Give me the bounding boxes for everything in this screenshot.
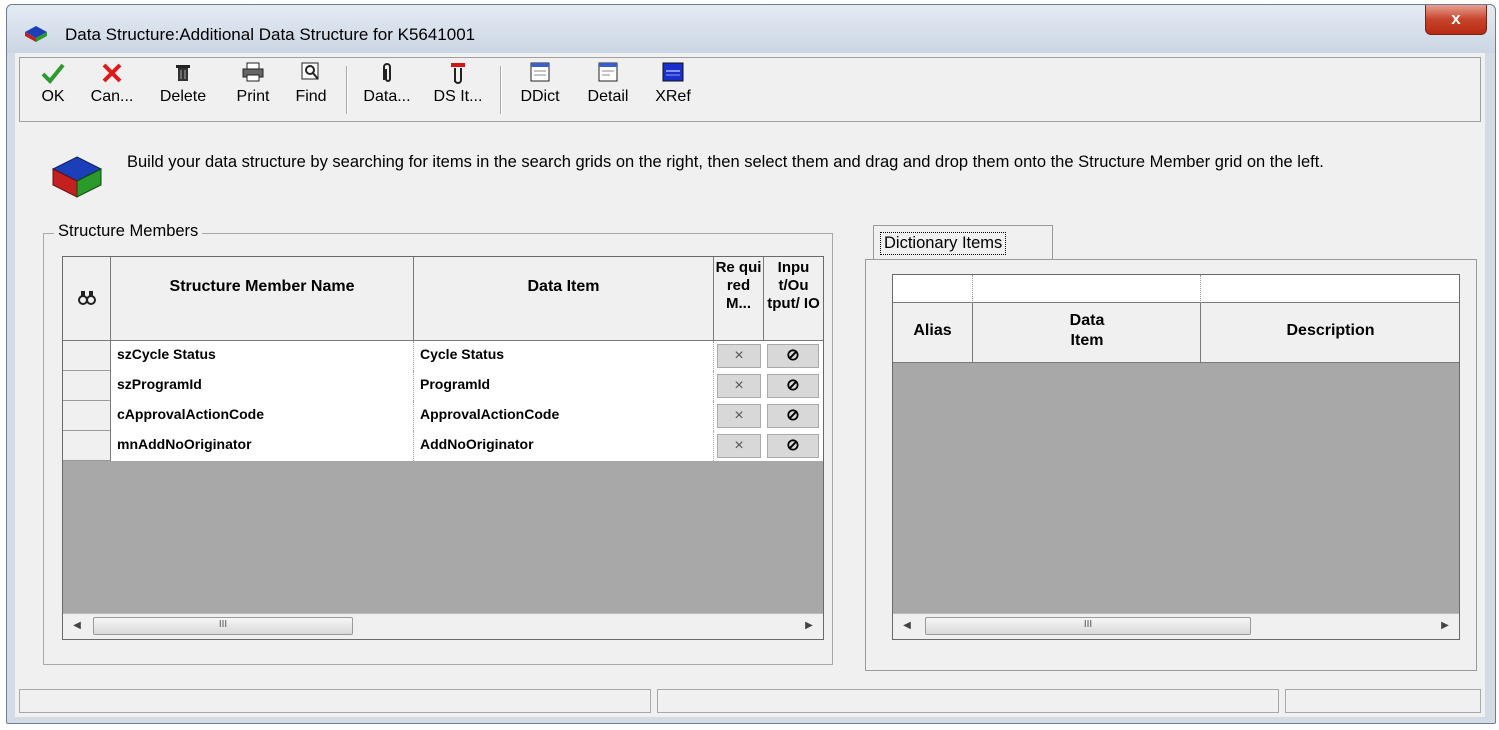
structure-members-group: Structure Members Structure Member Name … xyxy=(43,222,833,665)
toolbar: OK Can... Delete Print Find Data... DS I… xyxy=(19,57,1481,122)
find-label: Find xyxy=(295,88,327,105)
dictionary-items-grid[interactable]: Alias Data Item Description ◀ III ▶ xyxy=(892,274,1460,640)
column-header-required[interactable]: Re qui red M... xyxy=(714,257,764,341)
alias-filter-input[interactable] xyxy=(893,275,973,303)
data-button[interactable]: Data... xyxy=(356,62,418,118)
detail-icon xyxy=(576,62,640,88)
column-header-description[interactable]: Description xyxy=(1201,303,1459,363)
find-binoculars-icon xyxy=(77,291,96,305)
required-checkbox[interactable]: × xyxy=(717,344,761,368)
dictionary-items-panel: Alias Data Item Description ◀ III ▶ xyxy=(865,259,1477,671)
io-toggle[interactable]: ⊘ xyxy=(767,374,819,398)
structure-members-grid[interactable]: Structure Member Name Data Item Re qui r… xyxy=(62,256,824,640)
ok-button[interactable]: OK xyxy=(36,62,70,118)
data-structure-icon xyxy=(51,156,103,198)
printer-icon xyxy=(228,62,278,88)
ddict-button[interactable]: DDict xyxy=(510,62,570,118)
cross-reference-icon xyxy=(646,62,700,88)
member-name-cell[interactable]: mnAddNoOriginator xyxy=(111,431,414,461)
print-label: Print xyxy=(236,88,270,105)
description-filter-input[interactable] xyxy=(1201,275,1459,303)
ddict-label: DDict xyxy=(520,88,560,105)
status-panel xyxy=(1285,689,1481,713)
ds-items-button[interactable]: DS It... xyxy=(426,62,490,118)
detail-label: Detail xyxy=(587,88,629,105)
required-checkbox[interactable]: × xyxy=(717,404,761,428)
scroll-right-arrow-icon[interactable]: ▶ xyxy=(801,618,817,634)
row-selector[interactable] xyxy=(63,371,111,401)
toolbar-separator xyxy=(500,66,502,114)
scroll-right-arrow-icon[interactable]: ▶ xyxy=(1437,618,1453,634)
required-checkbox[interactable]: × xyxy=(717,374,761,398)
trash-icon xyxy=(150,62,216,88)
xref-button[interactable]: XRef xyxy=(646,62,700,118)
member-name-cell[interactable]: szCycle Status xyxy=(111,341,414,371)
xref-label: XRef xyxy=(655,88,691,105)
dictionary-grid-hscrollbar[interactable]: ◀ III ▶ xyxy=(893,613,1459,639)
status-panel xyxy=(19,689,651,713)
dialog-client-area: OK Can... Delete Print Find Data... DS I… xyxy=(15,53,1485,717)
io-toggle[interactable]: ⊘ xyxy=(767,404,819,428)
toolbar-separator xyxy=(346,66,348,114)
ds-items-label: DS It... xyxy=(433,88,483,105)
data-structure-app-icon xyxy=(25,26,47,42)
column-header-data-item[interactable]: Data Item xyxy=(414,257,714,341)
paperclip-icon xyxy=(356,62,418,88)
print-button[interactable]: Print xyxy=(228,62,278,118)
member-name-cell[interactable]: szProgramId xyxy=(111,371,414,401)
data-item-cell[interactable]: ApprovalActionCode xyxy=(414,401,714,431)
dictionary-items-tab-label: Dictionary Items xyxy=(880,232,1007,255)
scrollbar-thumb[interactable]: III xyxy=(925,617,1251,635)
detail-button[interactable]: Detail xyxy=(576,62,640,118)
status-bar xyxy=(15,685,1485,717)
data-item-cell[interactable]: AddNoOriginator xyxy=(414,431,714,461)
member-name-cell[interactable]: cApprovalActionCode xyxy=(111,401,414,431)
column-header-data-item[interactable]: Data Item xyxy=(973,303,1201,363)
cancel-label: Can... xyxy=(90,88,134,105)
close-button[interactable]: x xyxy=(1425,5,1487,35)
checkmark-icon xyxy=(36,62,70,88)
delete-label: Delete xyxy=(159,88,207,105)
grid-find-header[interactable] xyxy=(63,257,111,341)
data-item-cell[interactable]: ProgramId xyxy=(414,371,714,401)
data-label: Data... xyxy=(363,88,411,105)
data-dictionary-icon xyxy=(510,62,570,88)
delete-button[interactable]: Delete xyxy=(150,62,216,118)
instructions-text: Build your data structure by searching f… xyxy=(127,153,1324,171)
column-header-member-name[interactable]: Structure Member Name xyxy=(111,257,414,341)
data-item-filter-input[interactable] xyxy=(973,275,1201,303)
structure-members-title: Structure Members xyxy=(54,222,203,241)
scrollbar-thumb[interactable]: III xyxy=(93,617,353,635)
row-selector[interactable] xyxy=(63,341,111,371)
row-selector[interactable] xyxy=(63,401,111,431)
dialog-window: Data Structure:Additional Data Structure… xyxy=(6,4,1496,724)
window-title: Data Structure:Additional Data Structure… xyxy=(65,25,476,44)
data-item-cell[interactable]: Cycle Status xyxy=(414,341,714,371)
tab-dictionary-items[interactable]: Dictionary Items xyxy=(873,225,1053,261)
cancel-x-icon xyxy=(84,62,140,88)
required-checkbox[interactable]: × xyxy=(717,434,761,458)
column-header-alias[interactable]: Alias xyxy=(893,303,973,363)
column-header-io[interactable]: Inpu t/Ou tput/ IO xyxy=(764,257,823,341)
find-icon xyxy=(286,62,336,88)
io-toggle[interactable]: ⊘ xyxy=(767,344,819,368)
cancel-button[interactable]: Can... xyxy=(84,62,140,118)
structure-grid-hscrollbar[interactable]: ◀ III ▶ xyxy=(63,613,823,639)
status-panel xyxy=(657,689,1279,713)
paperclip-red-icon xyxy=(426,62,490,88)
row-selector[interactable] xyxy=(63,431,111,461)
find-button[interactable]: Find xyxy=(286,62,336,118)
title-bar[interactable]: Data Structure:Additional Data Structure… xyxy=(7,5,1495,53)
scroll-left-arrow-icon[interactable]: ◀ xyxy=(899,618,915,634)
io-toggle[interactable]: ⊘ xyxy=(767,434,819,458)
ok-label: OK xyxy=(41,88,65,105)
scroll-left-arrow-icon[interactable]: ◀ xyxy=(69,618,85,634)
